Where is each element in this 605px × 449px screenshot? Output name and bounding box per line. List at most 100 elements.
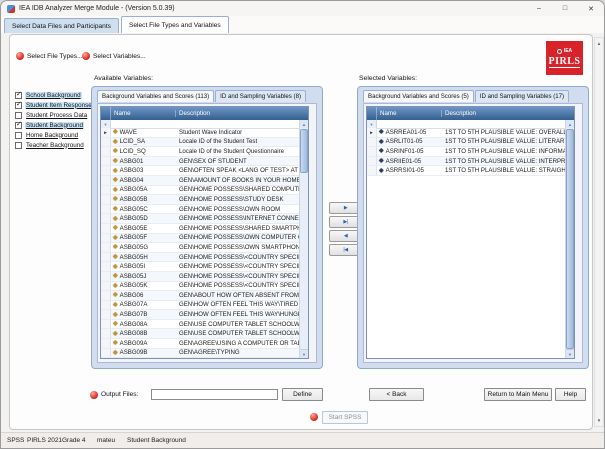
scroll-thumb[interactable] [566, 129, 574, 349]
file-type-item[interactable]: Student Process Data [15, 110, 91, 120]
filter-icon: ▼ [101, 120, 111, 128]
row-gutter [101, 157, 111, 166]
return-to-main-menu-button[interactable]: Return to Main Menu [484, 388, 552, 401]
scroll-up-icon[interactable]: ▲ [595, 39, 603, 48]
variable-row[interactable]: ASBG05E GEN\HOME POSSESS\SHARED SMARTPHO… [101, 224, 299, 234]
variable-description: GEN\HOME POSSESS\OWN SMARTPHONE [176, 244, 299, 251]
checkbox-icon[interactable] [15, 132, 22, 139]
variable-row[interactable]: ASBG09B GEN\AGREE\TYPING [101, 349, 299, 358]
variable-row[interactable]: ASBG08A GEN\USE COMPUTER TABLET SCHOOLWO… [101, 320, 299, 330]
file-type-item[interactable]: Home Background [15, 130, 91, 140]
variable-row[interactable]: ASBG05J GEN\HOME POSSESS\<COUNTRY SPECIF… [101, 272, 299, 282]
variable-icon [113, 196, 118, 202]
scroll-down-icon[interactable]: ▼ [300, 349, 308, 358]
maximize-icon[interactable]: □ [552, 1, 578, 16]
variable-row[interactable]: ASRRSI01-05 1ST TO 5TH PLAUSIBLE VALUE: … [367, 166, 565, 176]
grid-scrollbar[interactable]: ▲ ▼ [299, 120, 308, 358]
variable-row[interactable]: ASBG05A GEN\HOME POSSESS\SHARED COMPUTER… [101, 186, 299, 196]
variable-row[interactable]: ASRINF01-05 1ST TO 5TH PLAUSIBLE VALUE: … [367, 147, 565, 157]
panel-tab[interactable]: ID and Sampling Variables (17) [475, 90, 569, 102]
variable-name: ASBG08B [120, 330, 148, 337]
window-scrollbar[interactable]: ▲ ▼ [594, 37, 604, 427]
variable-row[interactable]: ASBG08B GEN\USE COMPUTER TABLET SCHOOLWO… [101, 329, 299, 339]
grid-scrollbar[interactable]: ▲ ▼ [565, 120, 574, 358]
file-type-item[interactable]: Teacher Background [15, 140, 91, 150]
column-header-description[interactable]: Description [442, 110, 574, 117]
variable-name: ASBG09B [120, 349, 148, 356]
variable-row[interactable]: ASBG03 GEN\OFTEN SPEAK <LANG OF TEST> AT… [101, 166, 299, 176]
grid-body: ASRREA01-05 1ST TO 5TH PLAUSIBLE VALUE: … [367, 128, 565, 358]
variable-description: Locale ID of the Student Test [176, 138, 299, 145]
file-type-label: Student Item Responses [25, 102, 96, 109]
variable-row[interactable]: ASBG07A GEN\HOW OFTEN FEEL THIS WAY\TIRE… [101, 301, 299, 311]
variable-row[interactable]: ASRLIT01-05 1ST TO 5TH PLAUSIBLE VALUE: … [367, 138, 565, 148]
grid-header: Name Description [101, 107, 308, 120]
variable-description: GEN\HOME POSSESS\<COUNTRY SPECIFIC> [176, 263, 299, 270]
scroll-up-icon[interactable]: ▲ [300, 120, 308, 128]
file-type-item[interactable]: School Background [15, 90, 91, 100]
variable-row[interactable]: ASBG05I GEN\HOME POSSESS\<COUNTRY SPECIF… [101, 262, 299, 272]
panel-tab[interactable]: Background Variables and Scores (113) [97, 90, 214, 102]
variable-name: ASBG05K [120, 282, 148, 289]
help-button[interactable]: Help [555, 388, 586, 401]
variable-description: GEN\HOME POSSESS\SHARED COMPUTER OR TABL… [176, 186, 299, 193]
variable-row[interactable]: ASRIIE01-05 1ST TO 5TH PLAUSIBLE VALUE: … [367, 157, 565, 167]
start-spss-button[interactable]: Start SPSS [322, 411, 368, 424]
checkbox-icon[interactable] [15, 92, 22, 99]
variable-row[interactable]: ASBG05C GEN\HOME POSSESS\OWN ROOM [101, 205, 299, 215]
variable-row[interactable]: ASBG05H GEN\HOME POSSESS\<COUNTRY SPECIF… [101, 253, 299, 263]
column-header-description[interactable]: Description [176, 110, 308, 117]
file-type-item[interactable]: Student Background [15, 120, 91, 130]
back-button[interactable]: < Back [369, 388, 424, 401]
select-file-types-button[interactable]: Select File Types... [16, 52, 83, 60]
checkbox-icon[interactable] [15, 112, 22, 119]
panel-tab[interactable]: Background Variables and Scores (5) [363, 90, 474, 102]
variable-row[interactable]: ASBG05K GEN\HOME POSSESS\<COUNTRY SPECIF… [101, 282, 299, 292]
output-files-input[interactable] [151, 389, 278, 400]
checkbox-icon[interactable] [15, 142, 22, 149]
variable-name: ASBG05F [120, 234, 147, 241]
variable-row[interactable]: ASBG05B GEN\HOME POSSESS\STUDY DESK [101, 195, 299, 205]
variable-description: GEN\HOME POSSESS\INTERNET CONNECTION [176, 215, 299, 222]
variable-row[interactable]: ASBG05G GEN\HOME POSSESS\OWN SMARTPHONE [101, 243, 299, 253]
status-software: SPSS [7, 437, 24, 444]
variable-row[interactable]: ASBG09A GEN\AGREE\USING A COMPUTER OR TA… [101, 339, 299, 349]
column-header-name[interactable]: Name [377, 110, 442, 117]
close-icon[interactable]: ✕ [578, 1, 604, 16]
variable-row[interactable]: ASBG05F GEN\HOME POSSESS\OWN COMPUTER OR… [101, 234, 299, 244]
file-type-item[interactable]: Student Item Responses [15, 100, 91, 110]
row-gutter [101, 176, 111, 185]
variable-name: ASBG06 [120, 292, 144, 299]
main-tab[interactable]: Select Data Files and Participants [4, 18, 119, 33]
row-gutter [101, 310, 111, 319]
variable-description: Locale ID of the Student Questionnaire [176, 148, 299, 155]
variable-icon [113, 350, 118, 356]
scroll-up-icon[interactable]: ▲ [566, 120, 574, 128]
checkbox-icon[interactable] [15, 102, 22, 109]
main-tab[interactable]: Select File Types and Variables [121, 16, 229, 33]
variable-row[interactable]: ASBG04 GEN\AMOUNT OF BOOKS IN YOUR HOME [101, 176, 299, 186]
variable-row[interactable]: LCID_SA Locale ID of the Student Test [101, 138, 299, 148]
minimize-icon[interactable]: – [526, 1, 552, 16]
variable-row[interactable]: LCID_SQ Locale ID of the Student Questio… [101, 147, 299, 157]
grid-header: Name Description [367, 107, 574, 120]
scroll-thumb[interactable] [300, 129, 308, 173]
variable-row[interactable]: ASBG05D GEN\HOME POSSESS\INTERNET CONNEC… [101, 214, 299, 224]
variable-row[interactable]: ASRREA01-05 1ST TO 5TH PLAUSIBLE VALUE: … [367, 128, 565, 138]
checkbox-icon[interactable] [15, 122, 22, 129]
select-variables-button[interactable]: Select Variables... [82, 52, 146, 60]
variable-row[interactable]: ASBG01 GEN\SEX OF STUDENT [101, 157, 299, 167]
column-header-name[interactable]: Name [111, 110, 176, 117]
panel-tab[interactable]: ID and Sampling Variables (8) [215, 90, 306, 102]
variable-row[interactable]: ASBG06 GEN\ABOUT HOW OFTEN ABSENT FROM S… [101, 291, 299, 301]
selected-variables-grid: Name Description ▼ ASRREA01-05 [366, 106, 575, 359]
variable-description: GEN\ABOUT HOW OFTEN ABSENT FROM SCHOOL [176, 292, 299, 299]
variable-name: ASBG05H [120, 254, 148, 261]
row-gutter [101, 138, 111, 147]
variable-row[interactable]: WAVE Student Wave Indicator [101, 128, 299, 138]
scroll-down-icon[interactable]: ▼ [566, 349, 574, 358]
scroll-down-icon[interactable]: ▼ [595, 416, 603, 425]
define-button[interactable]: Define [282, 388, 323, 401]
variable-row[interactable]: ASBG07B GEN\HOW OFTEN FEEL THIS WAY\HUNG… [101, 310, 299, 320]
variable-icon [113, 235, 118, 241]
